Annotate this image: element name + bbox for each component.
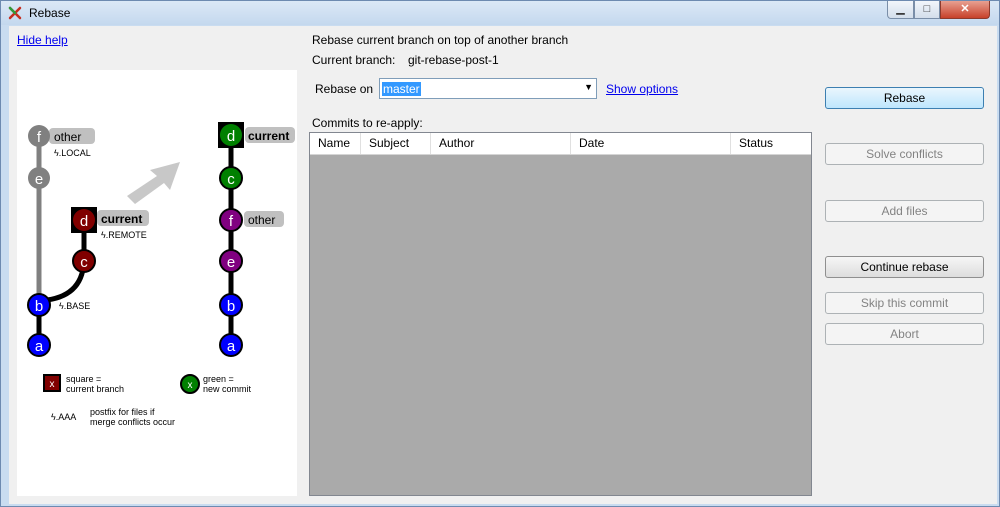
help-panel: other f ϟ.LOCAL e current d ϟ.REMOTE c b… [17, 70, 297, 496]
other-branch-label: other [54, 130, 81, 144]
legend-postfix-label: ϟ.AAA [51, 412, 76, 422]
commit-c-right: c [219, 166, 243, 190]
rebase-on-label: Rebase on [315, 82, 374, 96]
continue-rebase-button[interactable]: Continue rebase [825, 256, 984, 278]
minimize-button[interactable]: ▁ [887, 1, 914, 19]
commit-letter: c [227, 171, 235, 188]
close-button[interactable]: ✕ [940, 1, 990, 19]
base-postfix-text: .BASE [64, 301, 91, 311]
solve-conflicts-button[interactable]: Solve conflicts [825, 143, 984, 165]
abort-button[interactable]: Abort [825, 323, 984, 345]
base-postfix-label: ϟ.BASE [59, 301, 90, 311]
commit-c-left: c [72, 249, 96, 273]
other-branch-label: other [248, 213, 275, 227]
dialog-heading: Rebase current branch on top of another … [312, 33, 569, 47]
commit-letter: d [227, 128, 235, 145]
column-header-name[interactable]: Name [310, 133, 361, 154]
hide-help-link[interactable]: Hide help [17, 33, 68, 47]
current-branch-value: git-rebase-post-1 [408, 53, 499, 67]
commit-f-right: other f [219, 208, 284, 232]
legend-postfix: ϟ.AAA postfix for files if merge conflic… [51, 407, 175, 427]
commit-e-right: e [219, 249, 243, 273]
grid-header: Name Subject Author Date Status [310, 133, 811, 155]
commit-letter: a [227, 338, 236, 355]
commit-d-right: current d [218, 122, 295, 148]
column-header-status[interactable]: Status [731, 133, 811, 154]
arrow-icon [127, 162, 180, 204]
legend-green-text-1: green = [203, 374, 234, 384]
legend-square-marker: x [50, 379, 55, 390]
commit-b-right: b [219, 293, 243, 317]
dropdown-arrow-icon[interactable]: ▼ [584, 82, 593, 92]
commit-letter: c [80, 254, 88, 271]
column-header-date[interactable]: Date [571, 133, 731, 154]
commit-a-left: a [27, 333, 51, 357]
legend-square: x square = current branch [43, 374, 124, 394]
legend-postfix-text-2: merge conflicts occur [90, 417, 175, 427]
column-header-author[interactable]: Author [431, 133, 571, 154]
legend-postfix-text: .AAA [56, 412, 77, 422]
git-extensions-icon [8, 6, 22, 20]
rebase-window: Rebase ▁ □ ✕ Hide help other f ϟ.LOCAL e… [0, 0, 1000, 507]
current-branch-label: current [101, 212, 142, 226]
dialog-body: Hide help other f ϟ.LOCAL e current d ϟ.… [9, 26, 997, 504]
remote-postfix-label: ϟ.REMOTE [101, 230, 147, 240]
local-postfix-label: ϟ.LOCAL [54, 148, 91, 158]
commits-grid[interactable]: Name Subject Author Date Status [309, 132, 812, 496]
show-options-link[interactable]: Show options [606, 82, 678, 96]
legend-postfix-text-1: postfix for files if [90, 407, 155, 417]
commit-letter: d [80, 213, 88, 230]
legend-green-text-2: new commit [203, 384, 252, 394]
commit-letter: e [227, 254, 235, 271]
add-files-button[interactable]: Add files [825, 200, 984, 222]
local-postfix-text: .LOCAL [59, 148, 91, 158]
window-title: Rebase [29, 6, 71, 20]
commit-letter: e [35, 171, 43, 188]
title-bar[interactable]: Rebase ▁ □ ✕ [1, 1, 999, 25]
legend-green: x green = new commit [180, 374, 252, 394]
rebase-on-value: master [382, 82, 421, 96]
legend-green-marker: x [188, 380, 193, 391]
column-header-subject[interactable]: Subject [361, 133, 431, 154]
commit-a-right: a [219, 333, 243, 357]
commit-letter: a [35, 338, 44, 355]
current-branch-label: Current branch: [312, 53, 396, 67]
current-branch-label: current [248, 129, 289, 143]
rebase-on-combobox[interactable]: master ▼ [379, 78, 597, 99]
commit-letter: b [35, 298, 43, 315]
skip-commit-button[interactable]: Skip this commit [825, 292, 984, 314]
commit-e-left: e [28, 167, 50, 189]
remote-postfix-text: .REMOTE [106, 230, 147, 240]
maximize-button[interactable]: □ [914, 1, 940, 19]
legend-square-text-2: current branch [66, 384, 124, 394]
commit-letter: b [227, 298, 235, 315]
commits-label: Commits to re-apply: [312, 116, 423, 130]
legend-square-text-1: square = [66, 374, 101, 384]
rebase-help-diagram: other f ϟ.LOCAL e current d ϟ.REMOTE c b… [27, 122, 295, 427]
rebase-button[interactable]: Rebase [825, 87, 984, 109]
